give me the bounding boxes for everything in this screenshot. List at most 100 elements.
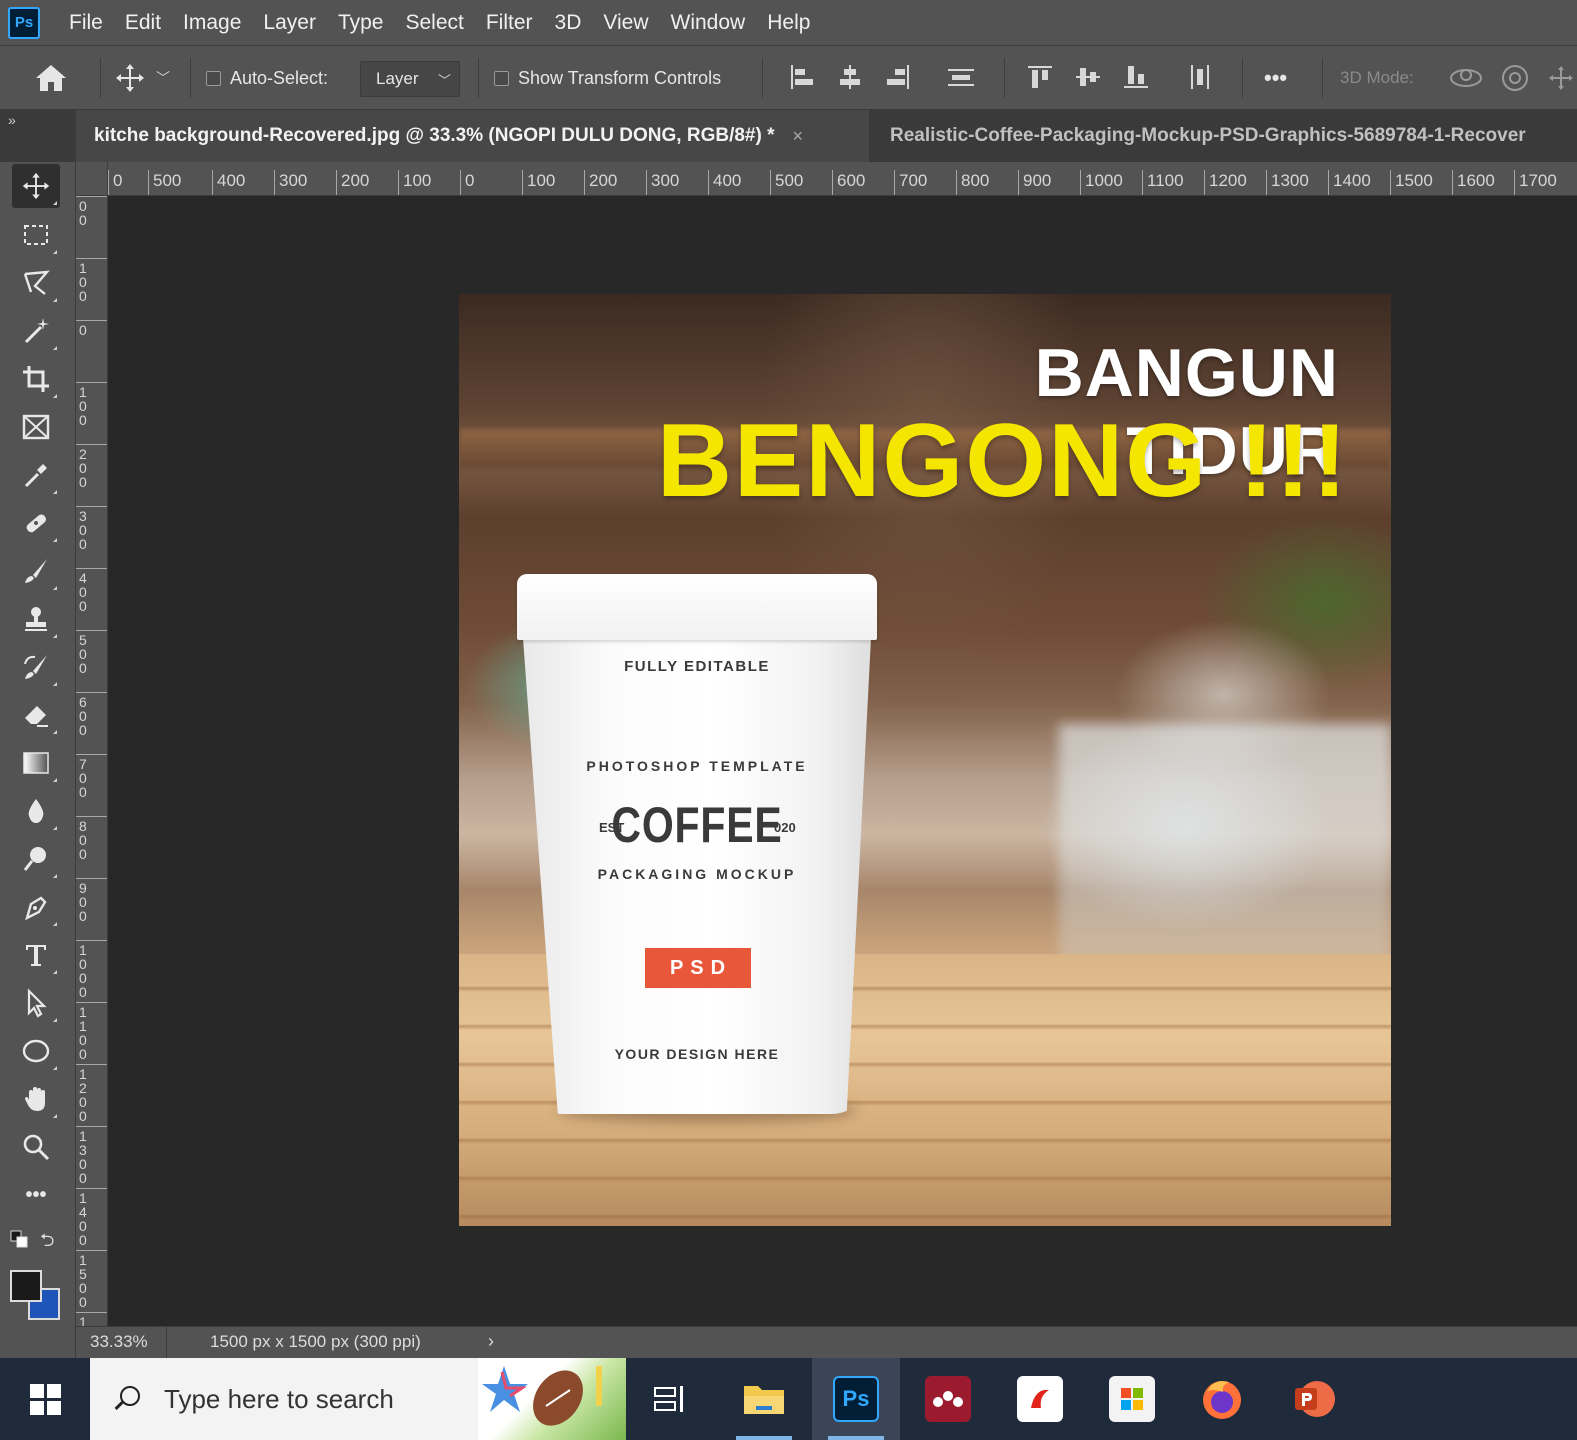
menu-file[interactable]: File: [58, 11, 114, 35]
task-view-icon[interactable]: [626, 1358, 714, 1440]
file-explorer-icon[interactable]: [720, 1358, 808, 1440]
ruler-tick-label: 600: [76, 692, 107, 737]
rectangular-marquee-icon[interactable]: [12, 213, 60, 257]
vertical-ruler[interactable]: 00 100 0 100 200 300 400 500 600 700 800 900 1000 110…: [76, 196, 108, 1326]
photoshop-window: Ps File Edit Image Layer Type Select Fil…: [0, 0, 1577, 1440]
align-horizontal-centers-icon[interactable]: [836, 63, 864, 97]
align-left-edges-icon[interactable]: [788, 63, 816, 97]
type-tool-icon[interactable]: [12, 933, 60, 977]
move-tool-icon[interactable]: [12, 164, 60, 208]
pouch-fully-editable: FULLY EDITABLE: [624, 658, 770, 675]
mendeley-logo: [925, 1376, 971, 1422]
align-vertical-centers-icon[interactable]: [1074, 63, 1102, 97]
history-brush-icon[interactable]: [12, 645, 60, 689]
distribute-vertical-icon[interactable]: [946, 63, 976, 97]
ellipse-icon[interactable]: [12, 1029, 60, 1073]
firefox-icon[interactable]: [1178, 1358, 1266, 1440]
crop-icon[interactable]: [12, 357, 60, 401]
hand-icon[interactable]: [12, 1077, 60, 1121]
photoshop-icon: Ps: [833, 1376, 879, 1422]
photoshop-taskbar-icon[interactable]: Ps: [812, 1358, 900, 1440]
ruler-tick-label: 100: [76, 382, 107, 427]
search-placeholder: Type here to search: [164, 1383, 394, 1414]
menu-view[interactable]: View: [592, 11, 659, 35]
menu-edit[interactable]: Edit: [114, 11, 172, 35]
zoom-level[interactable]: 33.33%: [90, 1332, 148, 1352]
microsoft-store-icon[interactable]: [1088, 1358, 1176, 1440]
horizontal-ruler[interactable]: 0 500 400 300 200 100 0 100 200 300 400 500 600 700 80…: [108, 162, 1577, 196]
eraser-icon[interactable]: [12, 693, 60, 737]
brush-icon[interactable]: [12, 549, 60, 593]
ruler-tick-text: 800: [79, 818, 87, 862]
dodge-icon[interactable]: [12, 837, 60, 881]
auto-select-checkbox[interactable]: Auto-Select:: [206, 46, 328, 110]
more-tools-icon[interactable]: •••: [12, 1173, 60, 1217]
ruler-tick-text: 1400: [79, 1190, 87, 1248]
canvas-area[interactable]: BANGUN TIDUR BENGONG !!! FULLY EDITABLE …: [108, 196, 1577, 1326]
menu-filter[interactable]: Filter: [475, 11, 544, 35]
ruler-origin[interactable]: [76, 162, 108, 196]
taskbar-search-box[interactable]: Type here to search: [90, 1358, 626, 1440]
ruler-tick-label: 400: [708, 170, 741, 195]
ruler-tick-label: 800: [956, 170, 989, 195]
checkbox-box[interactable]: [206, 70, 221, 86]
powerpoint-icon[interactable]: [1270, 1358, 1358, 1440]
3d-pan-icon[interactable]: [1546, 63, 1576, 99]
expand-panels-icon[interactable]: »: [8, 112, 16, 128]
chevron-right-icon[interactable]: ›: [488, 1331, 494, 1352]
3d-roll-icon[interactable]: [1500, 63, 1530, 99]
ruler-tick-text: 100: [79, 260, 87, 304]
ruler-tick-label: 1200: [1204, 170, 1247, 195]
ruler-tick-text: 600: [79, 694, 87, 738]
3d-orbit-icon[interactable]: [1448, 63, 1484, 99]
eyedropper-icon[interactable]: [12, 453, 60, 497]
close-icon[interactable]: ×: [793, 126, 804, 147]
running-indicator: [828, 1436, 884, 1440]
show-transform-controls-checkbox[interactable]: Show Transform Controls: [494, 46, 721, 110]
zoom-icon[interactable]: [12, 1125, 60, 1169]
windows-start-icon[interactable]: [0, 1358, 90, 1440]
ruler-tick-text: 300: [79, 508, 87, 552]
default-colors-icon[interactable]: [10, 1230, 30, 1255]
clone-stamp-icon[interactable]: [12, 597, 60, 641]
menu-window[interactable]: Window: [660, 11, 757, 35]
foxit-reader-icon[interactable]: [996, 1358, 1084, 1440]
menu-type[interactable]: Type: [327, 11, 395, 35]
more-options-icon[interactable]: •••: [1264, 46, 1287, 110]
blurred-cabinets: [1059, 724, 1391, 964]
tab-coffee-mockup[interactable]: Realistic-Coffee-Packaging-Mockup-PSD-Gr…: [870, 110, 1577, 162]
align-right-edges-icon[interactable]: [884, 63, 912, 97]
layer-select-dropdown[interactable]: Layer ﹀: [360, 61, 460, 97]
distribute-horizontal-icon[interactable]: [1186, 63, 1214, 97]
move-tool-preset-icon[interactable]: ﹀: [114, 46, 170, 110]
pouch-design-text: YOUR DESIGN HERE: [614, 1046, 780, 1062]
tab-kitchen-background[interactable]: kitche background-Recovered.jpg @ 33.3% …: [76, 110, 869, 162]
windows-taskbar: Type here to search Ps: [0, 1358, 1577, 1440]
align-top-edges-icon[interactable]: [1026, 63, 1054, 97]
document-canvas[interactable]: BANGUN TIDUR BENGONG !!! FULLY EDITABLE …: [459, 294, 1391, 1226]
lasso-icon[interactable]: [12, 261, 60, 305]
gradient-icon[interactable]: [12, 741, 60, 785]
home-icon[interactable]: [34, 46, 68, 110]
foreground-color-swatch[interactable]: [10, 1270, 42, 1302]
swap-colors-icon[interactable]: ⮌: [40, 1228, 54, 1258]
menu-image[interactable]: Image: [172, 11, 252, 35]
magic-wand-icon[interactable]: [12, 309, 60, 353]
chevron-down-icon[interactable]: ﹀: [156, 68, 170, 88]
mendeley-icon[interactable]: [904, 1358, 992, 1440]
ruler-tick-text: 200: [79, 446, 87, 490]
align-bottom-edges-icon[interactable]: [1122, 63, 1150, 97]
checkbox-box[interactable]: [494, 70, 509, 86]
frame-icon[interactable]: [12, 405, 60, 449]
menu-select[interactable]: Select: [394, 11, 474, 35]
pen-icon[interactable]: [12, 885, 60, 929]
healing-brush-icon[interactable]: [12, 501, 60, 545]
tab-title: kitche background-Recovered.jpg @ 33.3% …: [94, 125, 775, 146]
menu-help[interactable]: Help: [756, 11, 821, 35]
ruler-tick-label: 900: [1018, 170, 1051, 195]
menu-3d[interactable]: 3D: [544, 11, 593, 35]
blur-icon[interactable]: [12, 789, 60, 833]
menu-layer[interactable]: Layer: [252, 11, 327, 35]
ruler-tick-text: 00: [79, 198, 87, 228]
path-selection-icon[interactable]: [12, 981, 60, 1025]
